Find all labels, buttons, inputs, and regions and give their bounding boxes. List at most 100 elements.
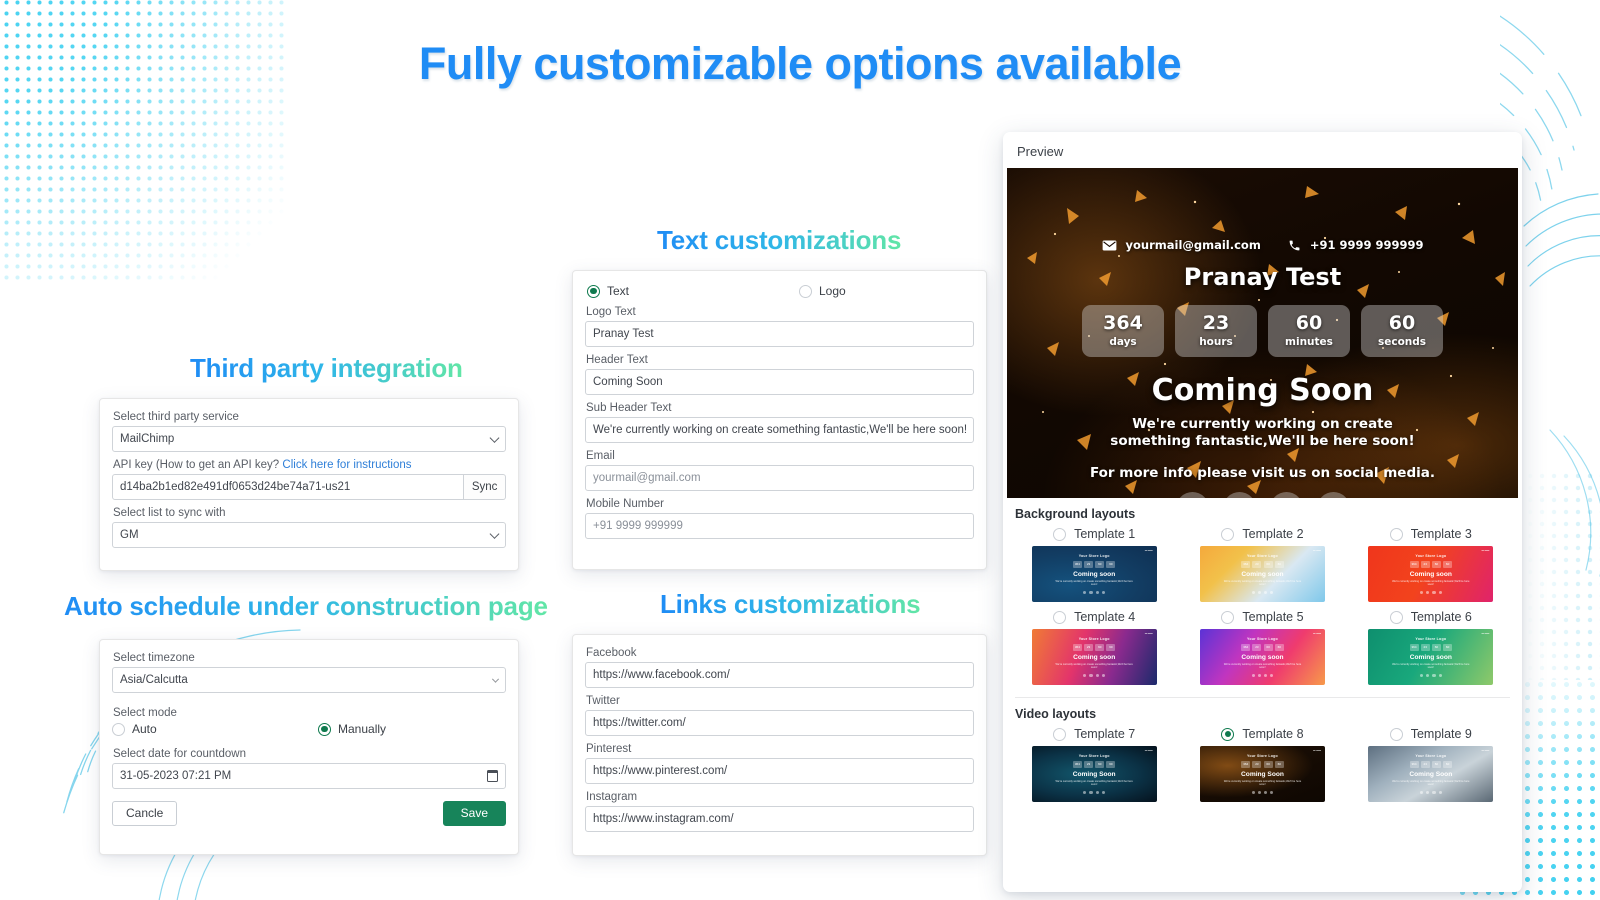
template-option[interactable]: Template 3 ▬ ▬▬ Your Store Logo 364 23 60 60 Co…: [1352, 527, 1510, 602]
cancel-button[interactable]: Cancle: [112, 801, 178, 827]
video-layouts-title: Video layouts: [1015, 707, 1097, 721]
calendar-icon[interactable]: [486, 770, 499, 782]
section-heading-auto-schedule: Auto schedule under construction page: [64, 591, 548, 621]
template-radio-row[interactable]: Template 7: [1015, 727, 1173, 741]
thumbnail-social-dot: [1095, 590, 1099, 595]
thumbnail-social-dot: [1263, 590, 1268, 595]
preview-hero: yourmail@gmail.com +91 9999 999999 Prana…: [1007, 168, 1518, 498]
facebook-input[interactable]: https://www.facebook.com/: [585, 662, 974, 688]
radio-circle-icon[interactable]: [1053, 727, 1067, 741]
template-thumbnail[interactable]: ▬ ▬▬ Your Store Logo 364 23 60 60 Coming Soon W…: [1031, 746, 1157, 802]
mobile-input[interactable]: +91 9999 999999: [585, 513, 974, 539]
sync-list-select[interactable]: GM: [112, 522, 506, 548]
thumbnail-countdown-cell: 364: [1241, 760, 1251, 768]
template-thumbnail[interactable]: ▬ ▬▬ Your Store Logo 364 23 60 60 Coming Soon W…: [1368, 746, 1494, 802]
thumbnail-subtext: We're currently working on create someth…: [1055, 779, 1133, 787]
pinterest-input[interactable]: https://www.pinterest.com/: [585, 758, 974, 784]
template-radio-row[interactable]: Template 6: [1352, 610, 1510, 624]
mode-radio-auto[interactable]: Auto: [112, 722, 318, 736]
api-instructions-link[interactable]: Click here for instructions: [282, 459, 411, 471]
video-layouts-section: Video layouts Template 7 ▬ ▬▬ Your Store L…: [1003, 698, 1522, 806]
service-value: MailChimp: [120, 433, 175, 445]
thumbnail-social-dot: [1101, 673, 1106, 678]
logo-text-input[interactable]: Pranay Test: [585, 321, 974, 347]
template-thumbnail[interactable]: ▬ ▬▬ Your Store Logo 364 23 60 60 Coming soon W…: [1368, 629, 1494, 685]
thumbnail-social-dots: [1419, 590, 1442, 595]
instagram-icon[interactable]: [1316, 491, 1350, 498]
radio-circle-icon[interactable]: [1389, 727, 1403, 741]
preview-phone: +91 9999 999999: [1309, 238, 1424, 252]
email-input[interactable]: yourmail@gmail.com: [585, 465, 974, 491]
mode-radio-manually[interactable]: Manually: [318, 722, 386, 736]
radio-circle-icon[interactable]: [1389, 527, 1403, 541]
sync-button[interactable]: Sync: [464, 474, 506, 500]
countdown-date-input[interactable]: 31-05-2023 07:21 PM: [112, 763, 506, 789]
template-option[interactable]: Template 6 ▬ ▬▬ Your Store Logo 364 23 60 60 Co…: [1352, 610, 1510, 685]
template-thumbnail[interactable]: ▬ ▬▬ Your Store Logo 364 23 60 60 Coming soon W…: [1368, 546, 1494, 602]
template-thumbnail[interactable]: ▬ ▬▬ Your Store Logo 364 23 60 60 Coming soon W…: [1031, 629, 1157, 685]
template-option[interactable]: Template 7 ▬ ▬▬ Your Store Logo 364 23 60 60 Co…: [1015, 727, 1173, 802]
radio-circle-icon[interactable]: [1389, 610, 1403, 624]
twitter-input[interactable]: https://twitter.com/: [585, 710, 974, 736]
video-template-row: Template 7 ▬ ▬▬ Your Store Logo 364 23 60 60 Co…: [1015, 727, 1510, 802]
template-option[interactable]: Template 2 ▬ ▬▬ Your Store Logo 364 23 60 60 Co…: [1183, 527, 1341, 602]
radio-circle-selected-icon[interactable]: [1221, 727, 1235, 741]
facebook-icon[interactable]: [1175, 491, 1209, 498]
third-party-service-select[interactable]: MailChimp: [112, 426, 506, 452]
template-radio-row[interactable]: Template 2: [1183, 527, 1341, 541]
header-text-input[interactable]: Coming Soon: [585, 369, 974, 395]
arc-lines-right-upper: [1520, 190, 1600, 310]
save-button[interactable]: Save: [442, 801, 506, 827]
countdown-box-minutes: 60 minutes: [1268, 305, 1350, 357]
thumbnail-countdown-cell: 60: [1263, 560, 1273, 568]
content-type-logo-label: Logo: [819, 284, 846, 298]
thumbnail-header: Coming Soon: [1409, 770, 1453, 778]
thumbnail-countdown-cell: 364: [1072, 760, 1082, 768]
date-value: 31-05-2023 07:21 PM: [120, 770, 232, 782]
timezone-value: Asia/Calcutta: [120, 674, 188, 686]
template-radio-row[interactable]: Template 8: [1183, 727, 1341, 741]
instagram-label: Instagram: [586, 791, 638, 803]
thumbnail-social-dot: [1083, 790, 1087, 795]
template-thumbnail[interactable]: ▬ ▬▬ Your Store Logo 364 23 60 60 Coming soon W…: [1031, 546, 1157, 602]
timezone-select[interactable]: Asia/Calcutta: [112, 667, 506, 693]
header-text-label: Header Text: [586, 354, 648, 366]
sub-header-input[interactable]: We're currently working on create someth…: [585, 417, 974, 443]
thumbnail-subtext: We're currently working on create someth…: [1055, 579, 1133, 587]
thumbnail-social-dot: [1426, 590, 1430, 595]
template-radio-row[interactable]: Template 3: [1352, 527, 1510, 541]
twitter-icon[interactable]: [1222, 491, 1256, 498]
thumbnail-countdown-cell: 364: [1409, 760, 1419, 768]
instagram-input[interactable]: https://www.instagram.com/: [585, 806, 974, 832]
halftone-dots-right-middle: [1524, 470, 1600, 680]
template-radio-row[interactable]: Template 9: [1352, 727, 1510, 741]
facebook-value: https://www.facebook.com/: [593, 669, 730, 681]
radio-circle-icon[interactable]: [1221, 610, 1235, 624]
content-type-radio-logo[interactable]: Logo: [799, 284, 846, 298]
thumbnail-countdown-cell: 60: [1095, 560, 1105, 568]
radio-circle-icon[interactable]: [1221, 527, 1235, 541]
thumbnail-social-dots: [1251, 790, 1274, 795]
template-option[interactable]: Template 9 ▬ ▬▬ Your Store Logo 364 23 60 60 Co…: [1352, 727, 1510, 802]
template-option[interactable]: Template 8 ▬ ▬▬ Your Store Logo 364 23 60 60 Co…: [1183, 727, 1341, 802]
template-option[interactable]: Template 1 ▬ ▬▬ Your Store Logo 364 23 60 60 Co…: [1015, 527, 1173, 602]
countdown-box-seconds: 60 seconds: [1361, 305, 1443, 357]
pinterest-icon[interactable]: [1269, 491, 1303, 498]
thumbnail-social-dot: [1419, 673, 1424, 678]
thumbnail-social-dot: [1419, 790, 1424, 795]
template-thumbnail[interactable]: ▬ ▬▬ Your Store Logo 364 23 60 60 Coming soon W…: [1199, 629, 1325, 685]
chevron-down-icon: [489, 433, 500, 443]
template-option[interactable]: Template 5 ▬ ▬▬ Your Store Logo 364 23 60 60 Co…: [1183, 610, 1341, 685]
radio-circle-icon[interactable]: [1053, 527, 1067, 541]
template-radio-row[interactable]: Template 5: [1183, 610, 1341, 624]
thumbnail-countdown-cell: 60: [1263, 760, 1273, 768]
template-thumbnail[interactable]: ▬ ▬▬ Your Store Logo 364 23 60 60 Coming soon W…: [1199, 546, 1325, 602]
template-thumbnail[interactable]: ▬ ▬▬ Your Store Logo 364 23 60 60 Coming Soon W…: [1199, 746, 1325, 802]
api-key-input[interactable]: d14ba2b1ed82e491df0653d24be74a71-us21: [112, 474, 465, 500]
template-radio-row[interactable]: Template 4: [1015, 610, 1173, 624]
template-option[interactable]: Template 4 ▬ ▬▬ Your Store Logo 364 23 60 60 Co…: [1015, 610, 1173, 685]
thumbnail-countdown: 364 23 60 60: [1072, 560, 1116, 568]
content-type-radio-text[interactable]: Text: [587, 284, 799, 298]
radio-circle-icon[interactable]: [1053, 610, 1067, 624]
template-radio-row[interactable]: Template 1: [1015, 527, 1173, 541]
